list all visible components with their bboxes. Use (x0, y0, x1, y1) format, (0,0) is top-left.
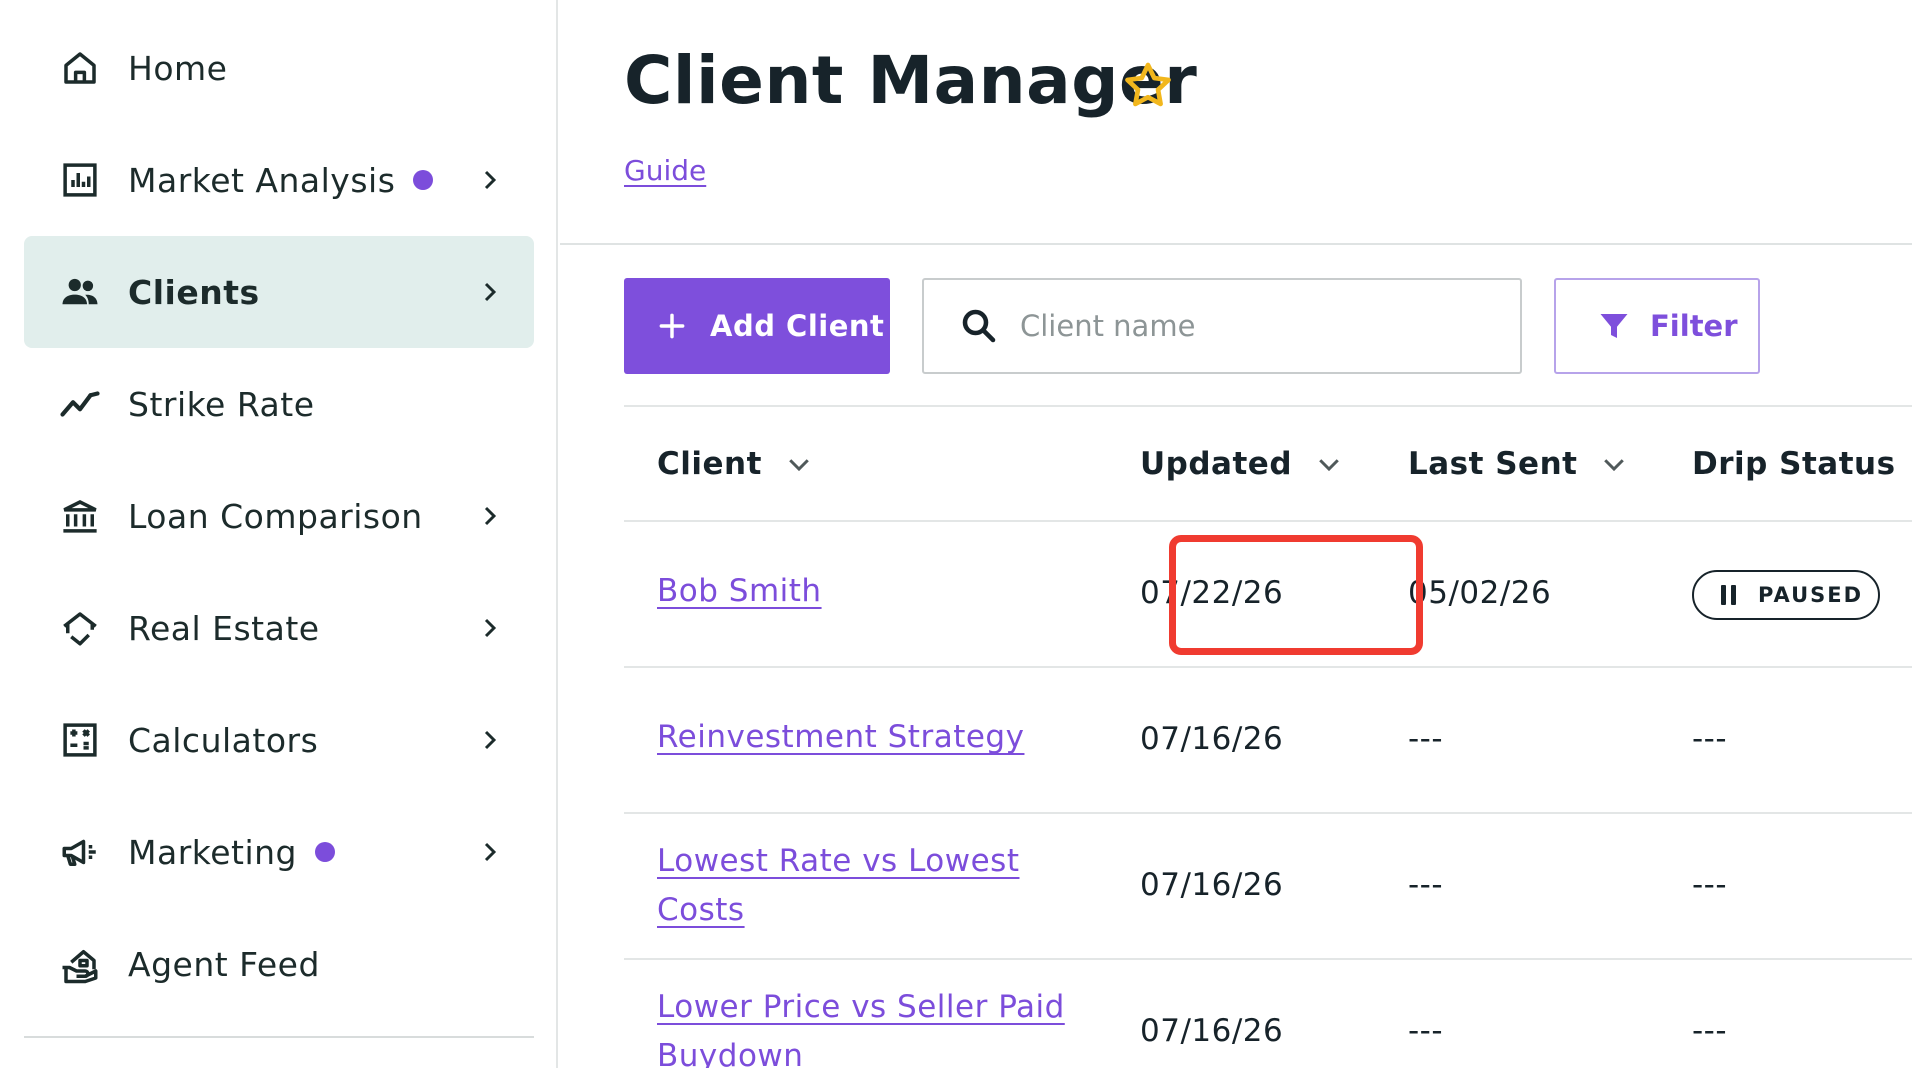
drip-status-badge: PAUSED (1692, 570, 1880, 620)
search-input[interactable] (1020, 309, 1500, 343)
add-client-button[interactable]: Add Client (624, 278, 890, 374)
column-header-client[interactable]: Client (657, 446, 814, 482)
table-divider (624, 666, 1912, 668)
chevron-down-icon (789, 459, 809, 472)
column-header-label: Updated (1140, 446, 1293, 482)
sidebar-item-clients[interactable]: Clients (24, 236, 534, 348)
sidebar-item-market-analysis[interactable]: Market Analysis (24, 124, 534, 236)
sidebar-item-label: Clients (128, 272, 260, 312)
table-divider (624, 520, 1912, 522)
chevron-right-icon (484, 282, 497, 302)
pause-icon (1721, 585, 1736, 605)
chevron-down-icon (1319, 459, 1339, 472)
sidebar-item-label: Calculators (128, 720, 319, 760)
chevron-down-icon (1604, 459, 1625, 472)
sidebar-item-label: Strike Rate (128, 384, 315, 424)
updated-date: 07/16/26 (1140, 721, 1284, 757)
plus-icon (659, 313, 685, 339)
sidebar-item-label: Home (128, 48, 228, 88)
chevron-right-icon (484, 730, 497, 750)
sidebar-item-calculators[interactable]: Calculators (24, 684, 534, 796)
column-header-label: Client (657, 446, 762, 482)
sidebar-item-label: Market Analysis (128, 160, 396, 200)
last-sent-date: 05/02/26 (1408, 575, 1552, 611)
star-icon[interactable] (1120, 58, 1176, 114)
sidebar-item-agent-feed[interactable]: Agent Feed (24, 908, 534, 1020)
notification-dot (413, 170, 434, 190)
filter-button[interactable]: Filter (1554, 278, 1760, 374)
client-link[interactable]: Bob Smith (657, 573, 822, 609)
sidebar: Home Market Analysis Clients Strike Rate… (0, 0, 558, 1068)
client-link[interactable]: Lower Price vs Seller Paid Buydown (657, 983, 1117, 1068)
last-sent-date: --- (1408, 721, 1444, 757)
users-icon (58, 270, 102, 314)
column-header-updated[interactable]: Updated (1140, 446, 1344, 482)
filter-icon (1600, 314, 1628, 338)
sidebar-divider (24, 1036, 534, 1038)
chevron-right-icon (484, 618, 497, 638)
sidebar-item-label: Loan Comparison (128, 496, 423, 536)
search-field[interactable] (922, 278, 1522, 374)
chevron-right-icon (484, 506, 497, 526)
add-client-label: Add Client (710, 309, 885, 343)
sidebar-item-label: Agent Feed (128, 944, 320, 984)
last-sent-date: --- (1408, 1013, 1444, 1049)
column-header-last-sent[interactable]: Last Sent (1408, 446, 1629, 482)
column-header-drip-status[interactable]: Drip Status (1692, 446, 1912, 482)
sidebar-item-strike-rate[interactable]: Strike Rate (24, 348, 534, 460)
chevron-right-icon (484, 842, 497, 862)
notification-dot (314, 842, 335, 862)
search-icon (962, 309, 996, 343)
sidebar-item-real-estate[interactable]: Real Estate (24, 572, 534, 684)
sidebar-item-label: Real Estate (128, 608, 320, 648)
guide-link[interactable]: Guide (624, 154, 706, 187)
sidebar-item-home[interactable]: Home (24, 12, 534, 124)
filter-label: Filter (1650, 309, 1738, 343)
header-divider (560, 243, 1912, 245)
drip-status-value: --- (1692, 1013, 1728, 1049)
sidebar-item-loan-comparison[interactable]: Loan Comparison (24, 460, 534, 572)
updated-date: 07/16/26 (1140, 1013, 1284, 1049)
megaphone-icon (58, 830, 102, 874)
last-sent-date: --- (1408, 867, 1444, 903)
page-title: Client Manager (624, 42, 1198, 119)
calculator-icon (58, 718, 102, 762)
column-header-label: Drip Status (1692, 446, 1896, 482)
column-header-label: Last Sent (1408, 446, 1578, 482)
table-divider (624, 405, 1912, 407)
house-arrow-icon (58, 606, 102, 650)
main-content: Client Manager Guide Add Client Filter C… (560, 0, 1912, 1068)
sidebar-item-marketing[interactable]: Marketing (24, 796, 534, 908)
trend-icon (58, 382, 102, 426)
sidebar-item-label: Marketing (128, 832, 297, 872)
table-divider (624, 812, 1912, 814)
bank-icon (58, 494, 102, 538)
client-link[interactable]: Lowest Rate vs Lowest Costs (657, 837, 1057, 935)
agent-feed-icon (58, 942, 102, 986)
chart-icon (58, 158, 102, 202)
updated-date: 07/16/26 (1140, 867, 1284, 903)
table-divider (624, 958, 1912, 960)
highlight-box (1169, 535, 1423, 655)
client-link[interactable]: Reinvestment Strategy (657, 719, 1024, 755)
home-icon (58, 46, 102, 90)
drip-status-value: --- (1692, 867, 1728, 903)
drip-status-value: --- (1692, 721, 1728, 757)
drip-status-label: PAUSED (1758, 583, 1864, 607)
chevron-right-icon (484, 170, 497, 190)
